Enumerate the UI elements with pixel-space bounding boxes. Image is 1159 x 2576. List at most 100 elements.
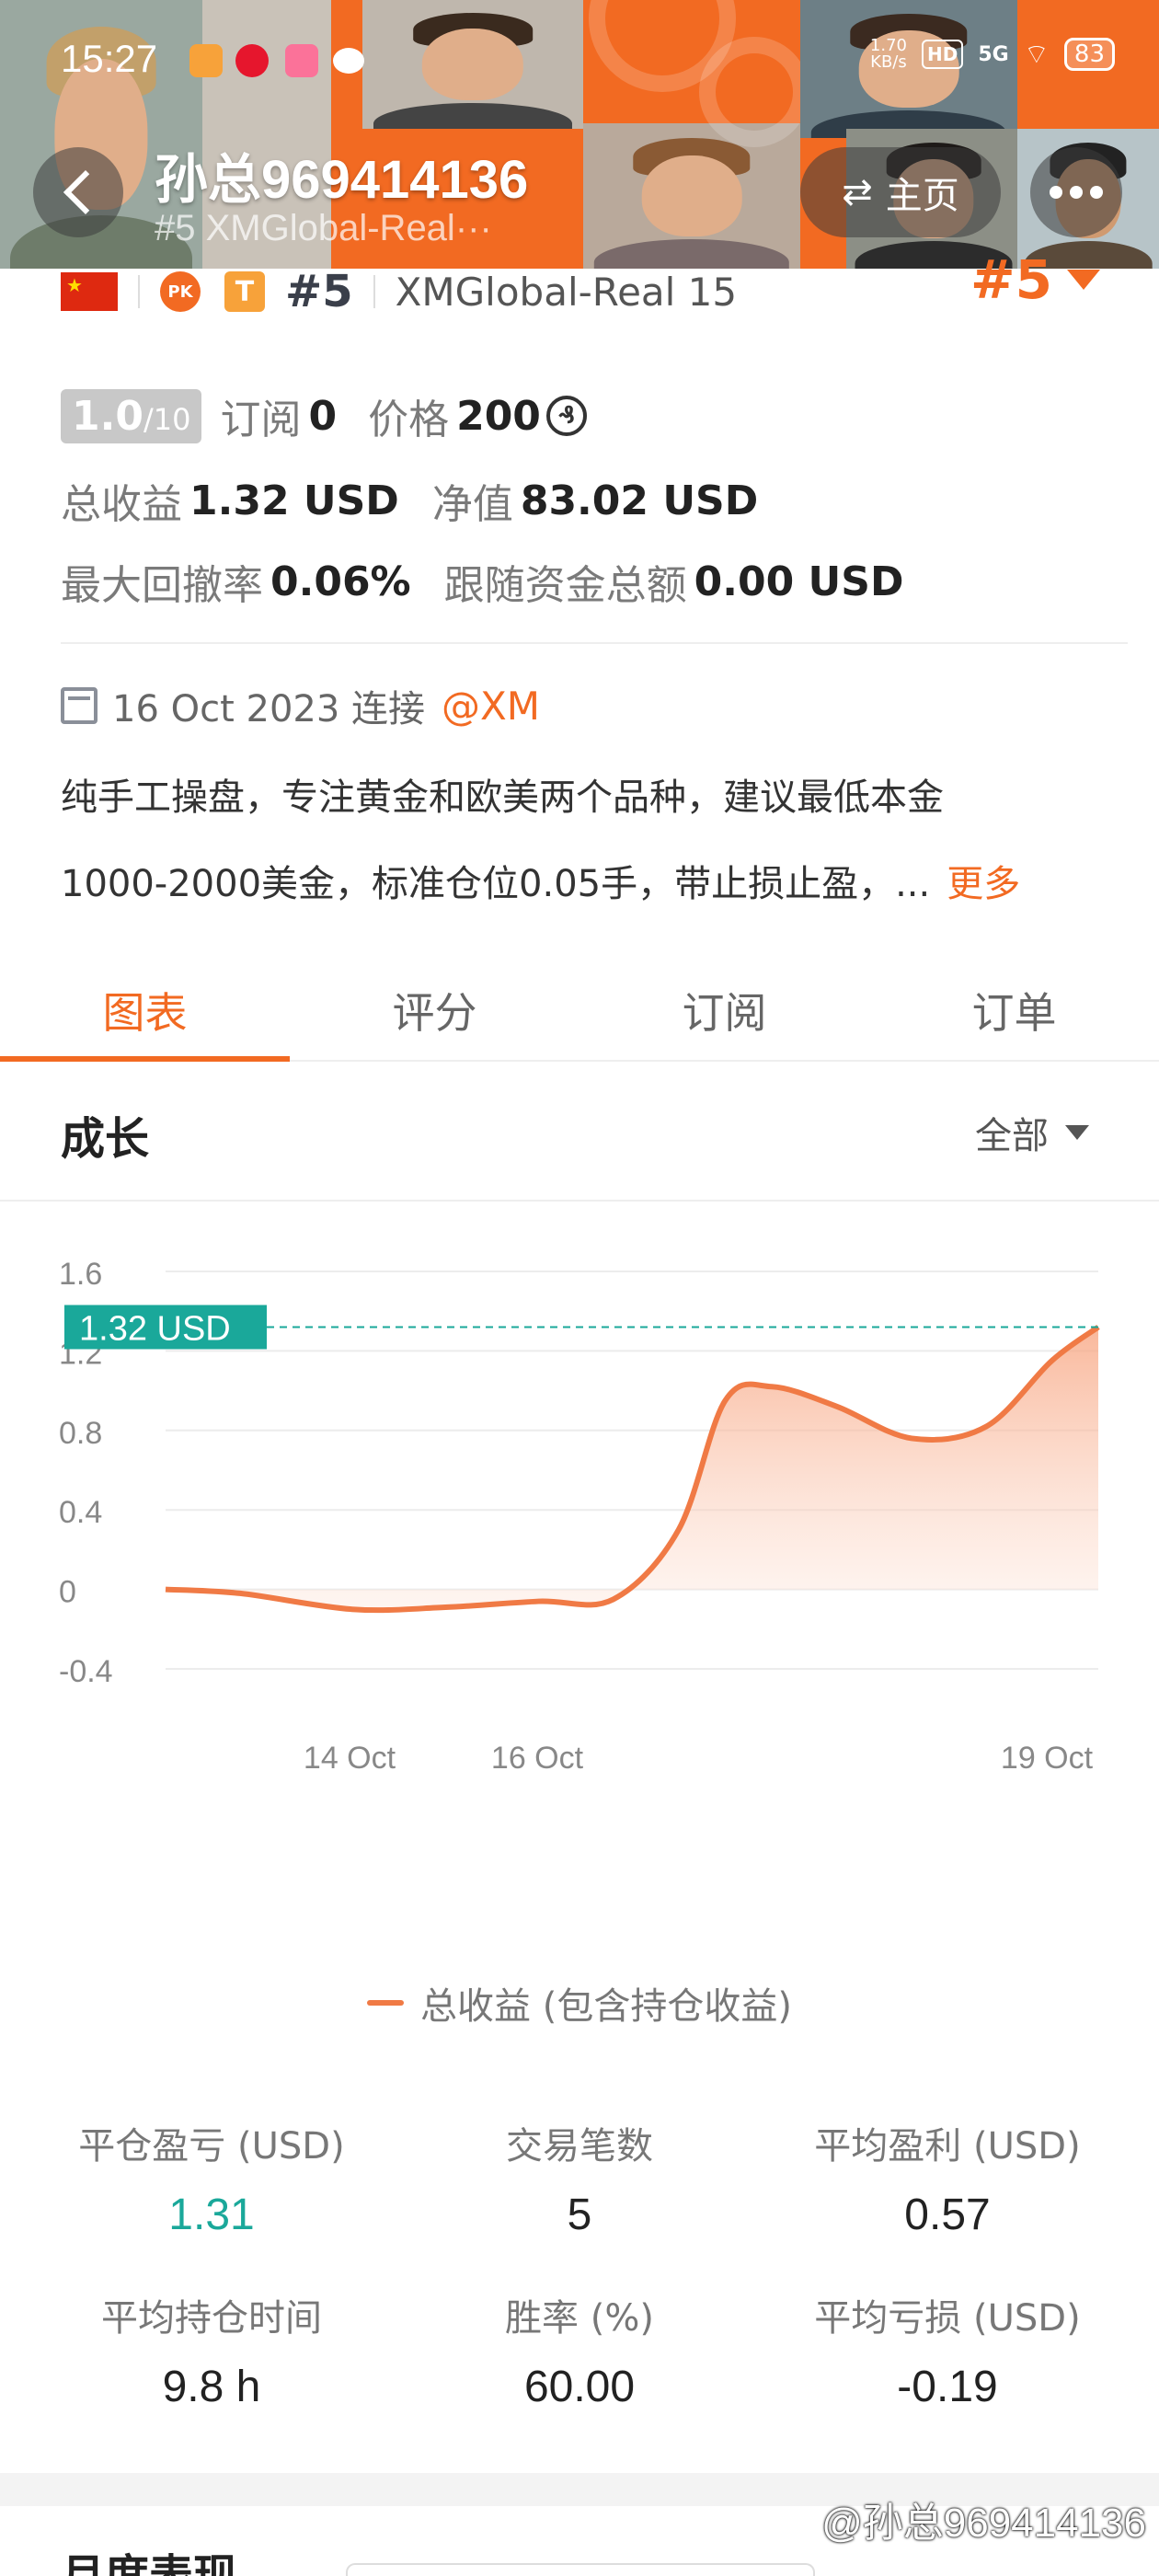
page-title: 孙总969414136 xyxy=(155,150,529,210)
total-profit-label: 总收益 xyxy=(61,481,182,528)
stat-label: 交易笔数 xyxy=(506,2125,653,2168)
growth-title: 成长 xyxy=(61,1113,150,1165)
rank-dropdown-label: #5 xyxy=(970,248,1052,311)
divider xyxy=(0,1200,1159,1202)
home-button[interactable]: ⇄ 主页 xyxy=(800,147,1001,237)
calendar-icon xyxy=(61,687,98,724)
series-area xyxy=(166,1327,1098,1611)
more-options-button[interactable] xyxy=(1030,147,1122,237)
network-speed: 1.70 KB/s xyxy=(869,36,907,72)
switch-icon: ⇄ xyxy=(842,171,873,213)
score-badge: 1.0/10 xyxy=(61,388,202,443)
follow-funds-value: 0.00 USD xyxy=(694,558,904,605)
y-tick-label: 1.6 xyxy=(59,1257,102,1292)
chart-legend: 总收益 (包含持仓收益) xyxy=(0,1976,1159,2030)
monthly-tab-bar xyxy=(346,2563,815,2576)
tab-1[interactable]: 评分 xyxy=(290,960,580,1060)
stat-label: 平均亏损 (USD) xyxy=(814,2297,1081,2340)
message-icon xyxy=(333,48,364,74)
divider xyxy=(373,275,375,308)
divider xyxy=(61,642,1128,644)
account-name: XMGlobal-Real 15 xyxy=(395,269,738,315)
legend-swatch xyxy=(367,2000,405,2006)
score-row: 1.0/10 订阅 0 价格 200 ₰ xyxy=(61,386,587,445)
stat-item: 平均持仓时间 9.8 h xyxy=(28,2288,396,2412)
total-profit-value: 1.32 USD xyxy=(189,477,399,524)
coin-icon: ₰ xyxy=(545,396,587,436)
stats-grid: 平仓盈亏 (USD) 1.31 交易笔数 5 平均盈利 (USD) 0.57 平均持仓时间 9… xyxy=(28,2116,1131,2412)
subscribe-value: 0 xyxy=(308,392,338,440)
stat-item: 平均盈利 (USD) 0.57 xyxy=(763,2116,1131,2240)
broker-link[interactable]: @XM xyxy=(442,684,540,729)
stat-value: 60.00 xyxy=(523,2363,636,2411)
wifi-icon: ⌔ xyxy=(1023,39,1050,71)
avatar-photo xyxy=(362,0,583,129)
stat-label: 平均盈利 (USD) xyxy=(814,2125,1081,2168)
stat-label: 平仓盈亏 (USD) xyxy=(78,2125,345,2168)
page-subtitle: #5 XMGlobal-Real··· xyxy=(155,208,492,248)
description-line: 1000-2000美金，标准仓位0.05手，带止损止盈，... 更多 xyxy=(61,863,1021,905)
chevron-down-icon xyxy=(1065,1125,1089,1140)
battery-icon: 83 xyxy=(1063,38,1115,71)
stat-item: 胜率 (%) 60.00 xyxy=(396,2288,763,2412)
monthly-performance-title: 月度表现 xyxy=(61,2550,238,2576)
subscribe-label: 订阅 xyxy=(220,397,302,443)
chevron-down-icon xyxy=(1067,270,1100,290)
tab-bar: 图表 评分 订阅 订单 xyxy=(0,960,1159,1062)
y-tick-label: 0 xyxy=(59,1575,76,1610)
pk-badge: PK xyxy=(160,271,201,312)
period-filter-dropdown[interactable]: 全部 xyxy=(975,1106,1089,1159)
rank-row: PK T #5 XMGlobal-Real 15 xyxy=(61,266,738,317)
china-flag-icon xyxy=(61,272,118,311)
period-filter-label: 全部 xyxy=(975,1115,1049,1157)
x-tick-label: 19 Oct xyxy=(1001,1741,1094,1776)
status-indicators: 1.70 KB/s HD 5G ⌔ 83 xyxy=(870,37,1115,72)
tab-3[interactable]: 订单 xyxy=(869,960,1159,1060)
stat-item: 交易笔数 5 xyxy=(396,2116,763,2240)
stat-item: 平均亏损 (USD) -0.19 xyxy=(763,2288,1131,2412)
max-drawdown-value: 0.06% xyxy=(270,558,411,605)
tab-2[interactable]: 订阅 xyxy=(580,960,869,1060)
weibo-icon xyxy=(235,44,269,77)
y-tick-label: 0.4 xyxy=(59,1495,102,1530)
x-tick-label: 14 Oct xyxy=(304,1741,396,1776)
y-tick-label: 0.8 xyxy=(59,1416,102,1451)
decor-ring xyxy=(699,37,809,147)
stat-value: 5 xyxy=(567,2191,592,2239)
equity-value: 83.02 USD xyxy=(520,477,759,524)
connect-row: 16 Oct 2023 连接 @XM xyxy=(61,679,540,732)
drawdown-row: 最大回撤率 0.06% 跟随资金总额 0.00 USD xyxy=(61,552,903,611)
watermark: @孙总969414136 xyxy=(821,2501,1146,2546)
stat-item: 平仓盈亏 (USD) 1.31 xyxy=(28,2116,396,2240)
bilibili-icon xyxy=(285,44,318,77)
dot-icon xyxy=(1050,186,1062,199)
stat-label: 胜率 (%) xyxy=(505,2297,654,2340)
growth-chart: 1.61.20.80.40-0.41.32 USD14 Oct 16 Oct 19 … xyxy=(59,1257,1100,1776)
stat-label: 平均持仓时间 xyxy=(101,2297,322,2340)
signal-icon: 5G xyxy=(978,42,1009,66)
price-value: 200 xyxy=(456,392,541,440)
legend-label: 总收益 (包含持仓收益) xyxy=(420,1985,792,2028)
rank-number: #5 xyxy=(285,266,353,317)
y-tick-label: -0.4 xyxy=(59,1654,113,1689)
equity-label: 净值 xyxy=(431,481,513,528)
divider xyxy=(138,275,140,308)
connect-date: 16 Oct 2023 连接 xyxy=(112,688,425,730)
app-notification-icon xyxy=(189,44,223,77)
t-badge: T xyxy=(224,271,265,312)
current-value-label: 1.32 USD xyxy=(79,1309,231,1348)
back-button[interactable] xyxy=(33,147,123,237)
home-button-label: 主页 xyxy=(885,175,959,217)
header-banner: 15:27 1.70 KB/s HD 5G ⌔ 83 孙总969414136 #… xyxy=(0,0,1159,269)
rank-dropdown[interactable]: #5 xyxy=(970,248,1100,311)
stat-value: 0.57 xyxy=(904,2191,991,2239)
tab-0[interactable]: 图表 xyxy=(0,960,290,1062)
hd-icon: HD xyxy=(921,40,964,69)
dot-icon xyxy=(1090,186,1103,199)
stat-value: -0.19 xyxy=(897,2363,998,2411)
stat-value: 1.31 xyxy=(168,2191,255,2239)
profit-row: 总收益 1.32 USD 净值 83.02 USD xyxy=(61,471,758,530)
price-label: 价格 xyxy=(368,397,450,443)
follow-funds-label: 跟随资金总额 xyxy=(443,562,687,609)
more-link[interactable]: 更多 xyxy=(947,863,1020,905)
